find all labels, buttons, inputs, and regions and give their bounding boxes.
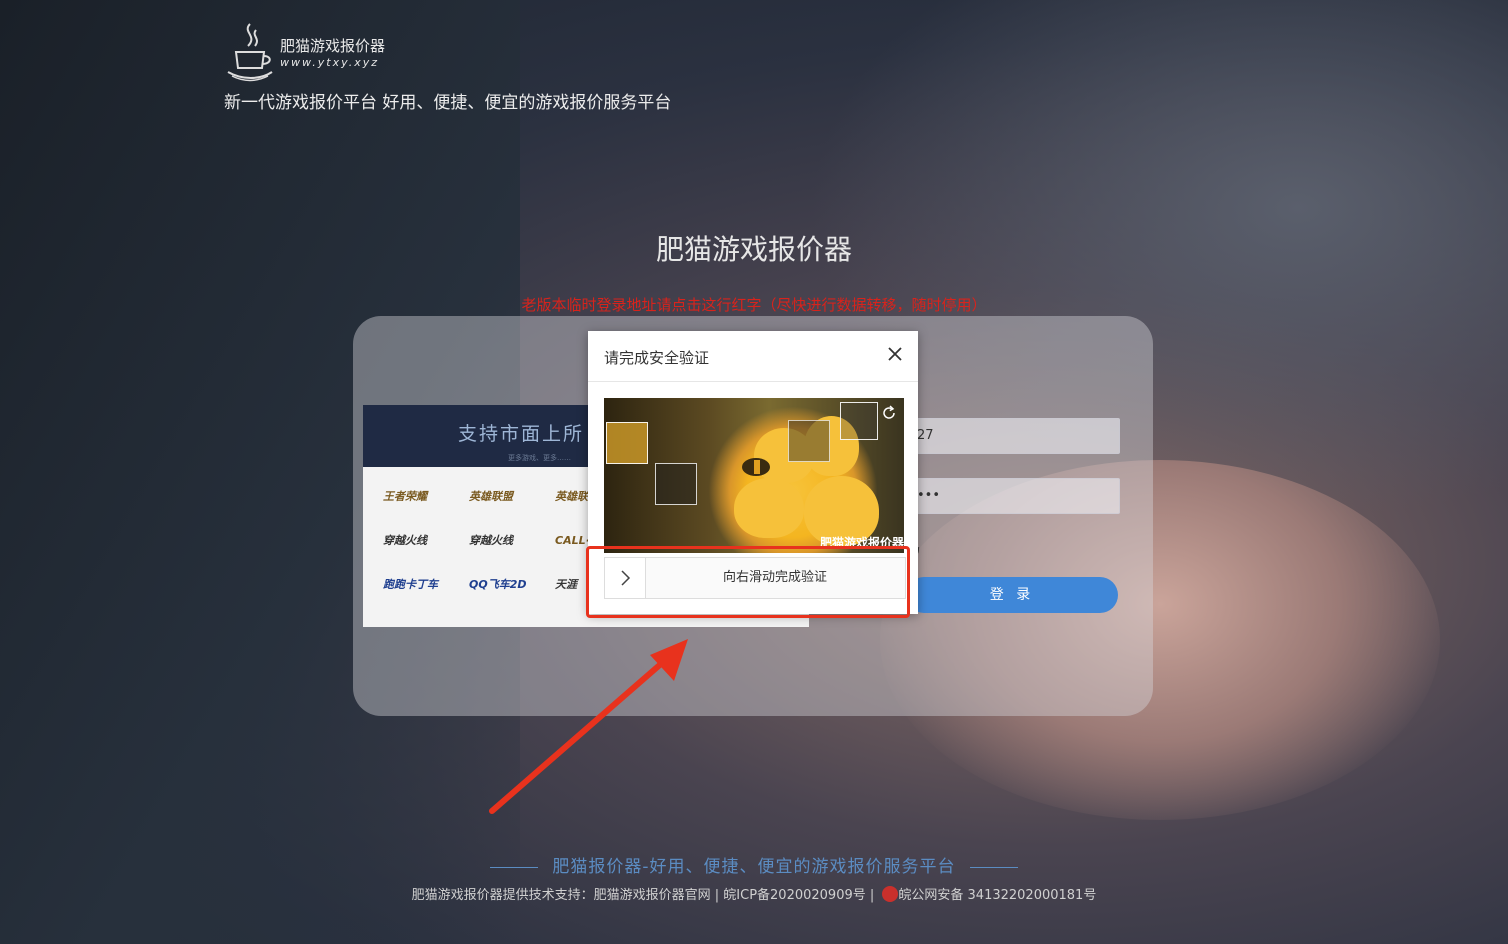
game-logo: 穿越火线 (469, 534, 513, 547)
captcha-title: 请完成安全验证 (604, 349, 710, 367)
footer-divider (490, 866, 539, 868)
puzzle-decoy-slot (840, 402, 878, 440)
logo-name: 肥猫游戏报价器 (280, 37, 386, 55)
footer-divider (969, 866, 1018, 868)
game-logo: 英雄联盟 (469, 490, 513, 503)
game-logo: 王者荣耀 (383, 490, 427, 503)
puzzle-piece[interactable] (606, 422, 648, 464)
footer-info: 肥猫游戏报价器提供技术支持：肥猫游戏报价器官网 | 皖ICP备202002090… (0, 884, 1508, 903)
annotation-arrow-icon (489, 639, 688, 814)
refresh-icon[interactable] (880, 404, 898, 422)
page-title: 肥猫游戏报价器 (655, 233, 852, 266)
footer-title: 肥猫报价器-好用、便捷、便宜的游戏报价服务平台 (0, 852, 1508, 877)
puzzle-decoy-slot (655, 463, 697, 505)
game-logo: QQ飞车2D (469, 578, 527, 591)
close-icon[interactable] (884, 343, 906, 365)
banner-subtitle: 更多游戏、更多…… (508, 454, 571, 462)
password-input[interactable]: ••• (906, 478, 1120, 514)
old-version-link[interactable]: 老版本临时登录地址请点击这行红字（尽快进行数据转移，随时停用） (0, 294, 1508, 315)
username-value: 27 (917, 428, 934, 443)
password-value: ••• (917, 488, 941, 503)
flower-petal (734, 478, 804, 538)
header-slogan: 新一代游戏报价平台 好用、便捷、便宜的游戏报价服务平台 (224, 93, 672, 113)
captcha-image: 肥猫游戏报价器 (604, 398, 904, 553)
coffee-cup-icon (227, 23, 273, 82)
footer-title-text: 肥猫报价器-好用、便捷、便宜的游戏报价服务平台 (552, 857, 956, 877)
bee-stripe (754, 460, 760, 474)
game-logo: 跑跑卡丁车 (383, 578, 438, 591)
game-logo: 穿越火线 (383, 534, 427, 547)
login-button[interactable]: 登 录 (906, 577, 1118, 613)
puzzle-target-slot (788, 420, 830, 462)
username-input[interactable]: 27 (906, 418, 1120, 454)
footer-info-prefix[interactable]: 肥猫游戏报价器提供技术支持：肥猫游戏报价器官网 | 皖ICP备202002090… (412, 888, 875, 903)
site-logo[interactable]: 肥猫游戏报价器 www.ytxy.xyz (224, 22, 385, 82)
footer-info-suffix[interactable]: 皖公网安备 34132202000181号 (898, 888, 1096, 903)
police-badge-icon (882, 886, 899, 902)
slider-highlight-annotation (586, 546, 910, 618)
logo-url: www.ytxy.xyz (280, 56, 380, 69)
captcha-header: 请完成安全验证 (588, 331, 918, 382)
